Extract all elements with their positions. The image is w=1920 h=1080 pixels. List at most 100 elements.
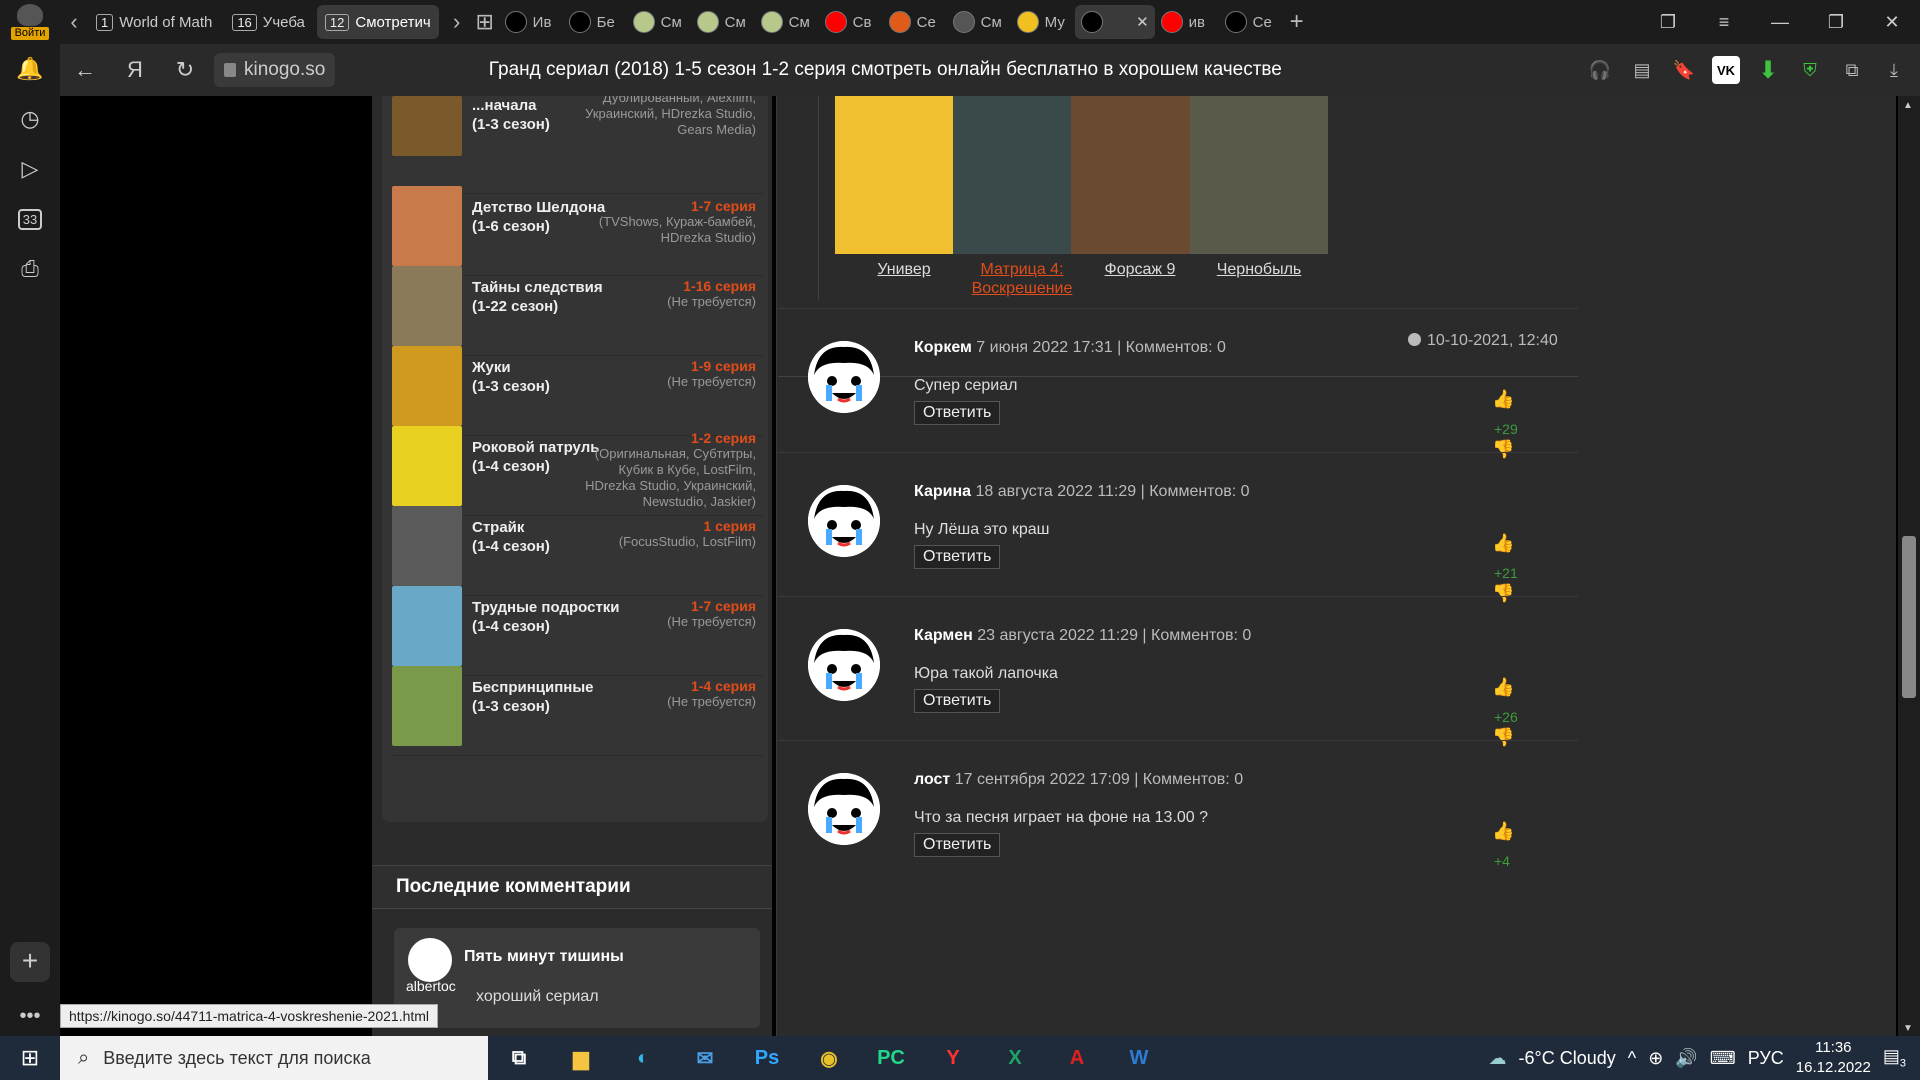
- url-field[interactable]: kinogo.so: [214, 53, 336, 87]
- headphones-icon[interactable]: 🎧: [1586, 56, 1614, 84]
- related-poster[interactable]: [1190, 96, 1328, 254]
- restore-icon[interactable]: ❐: [1808, 12, 1864, 33]
- adblock-shield-icon[interactable]: ⛨: [1796, 56, 1824, 84]
- word-icon[interactable]: W: [1108, 1036, 1170, 1080]
- browser-tab[interactable]: Се: [883, 5, 947, 39]
- language-indicator[interactable]: РУС: [1748, 1048, 1784, 1069]
- thumbs-up-icon[interactable]: 👍: [1492, 389, 1514, 410]
- volume-icon[interactable]: 🔊: [1675, 1048, 1697, 1069]
- profile-button[interactable]: Войти: [0, 0, 60, 44]
- series-poster[interactable]: [392, 186, 462, 266]
- new-tab-group-icon[interactable]: ⊞: [471, 9, 499, 35]
- close-window-icon[interactable]: ✕: [1864, 12, 1920, 33]
- explorer-icon[interactable]: ▆: [550, 1036, 612, 1080]
- more-icon[interactable]: •••: [0, 1005, 60, 1028]
- chrome-icon[interactable]: ◉: [798, 1036, 860, 1080]
- comment-user[interactable]: Коркем: [914, 339, 972, 356]
- browser-tab[interactable]: ив: [1155, 5, 1219, 39]
- series-poster[interactable]: [392, 346, 462, 426]
- yandex-icon[interactable]: Я: [110, 57, 160, 83]
- reload-icon[interactable]: ↻: [160, 57, 210, 83]
- browser-tab[interactable]: См: [947, 5, 1011, 39]
- tab-group-3[interactable]: 12 Смотретич: [316, 5, 439, 39]
- series-poster[interactable]: [392, 96, 462, 156]
- browser-tab[interactable]: Му: [1011, 5, 1075, 39]
- browser-tab[interactable]: См: [691, 5, 755, 39]
- page-scrollbar[interactable]: ▲ ▼: [1898, 96, 1920, 1036]
- windows-start-icon[interactable]: ⊞: [0, 1045, 60, 1071]
- browser-tab[interactable]: Св: [819, 5, 883, 39]
- lock-icon[interactable]: [224, 63, 236, 77]
- keyboard-icon[interactable]: ⌨: [1710, 1048, 1736, 1069]
- add-panel-button[interactable]: +: [10, 942, 50, 982]
- reply-button[interactable]: Ответить: [914, 545, 1001, 569]
- mail-icon[interactable]: ✉: [674, 1036, 736, 1080]
- task-view-icon[interactable]: ⧉: [488, 1036, 550, 1080]
- history-icon[interactable]: ◷: [0, 94, 60, 144]
- related-movie[interactable]: Чернобыль: [1190, 96, 1328, 279]
- browser-tab[interactable]: Ив: [499, 5, 563, 39]
- new-tab-icon[interactable]: +: [1283, 8, 1311, 36]
- browser-tab[interactable]: Бе: [563, 5, 627, 39]
- bookmark-icon[interactable]: 🔖: [1670, 56, 1698, 84]
- taskbar-search[interactable]: ⌕ Введите здесь текст для поиска: [60, 1036, 488, 1080]
- reader-mode-icon[interactable]: ▤: [1628, 56, 1656, 84]
- minimize-icon[interactable]: —: [1752, 12, 1808, 33]
- weather-text[interactable]: -6°C Cloudy: [1519, 1048, 1616, 1069]
- clock[interactable]: 11:36 16.12.2022: [1796, 1038, 1871, 1078]
- close-tab-icon[interactable]: ✕: [1136, 13, 1149, 31]
- scrollbar-thumb[interactable]: [1902, 536, 1916, 698]
- related-title-link[interactable]: Чернобыль: [1190, 260, 1328, 279]
- comment-user[interactable]: лост: [914, 771, 950, 788]
- scroll-up-icon[interactable]: ▲: [1903, 100, 1913, 111]
- last-comment-item[interactable]: Пять минут тишины albertoc хороший сериа…: [394, 928, 760, 1028]
- thumbs-up-icon[interactable]: 👍: [1492, 821, 1514, 842]
- tray-overflow-icon[interactable]: ^: [1628, 1048, 1636, 1069]
- tabs-scroll-left-icon[interactable]: ‹: [60, 9, 88, 35]
- collections-icon[interactable]: ❐: [1640, 12, 1696, 33]
- yandex-icon[interactable]: Y: [922, 1036, 984, 1080]
- back-icon[interactable]: ←: [60, 57, 110, 83]
- last-comment-title[interactable]: Пять минут тишины: [464, 948, 624, 966]
- browser-tab[interactable]: См: [755, 5, 819, 39]
- extensions-icon[interactable]: ⧉: [1838, 56, 1866, 84]
- tab-group-1[interactable]: 1 World of Math: [88, 5, 220, 39]
- tab-group-2[interactable]: 16 Учеба: [224, 5, 313, 39]
- screenshot-icon[interactable]: ⎙: [0, 244, 60, 294]
- menu-icon[interactable]: ≡: [1696, 12, 1752, 33]
- notifications-bell-icon[interactable]: 🔔: [0, 44, 60, 94]
- tabs-scroll-right-icon[interactable]: ›: [443, 9, 471, 35]
- comment-user[interactable]: Кармен: [914, 627, 973, 644]
- browser-tab[interactable]: Се: [1219, 5, 1283, 39]
- related-title-link[interactable]: Форсаж 9: [1071, 260, 1209, 279]
- acrobat-icon[interactable]: A: [1046, 1036, 1108, 1080]
- video-play-icon[interactable]: ▷: [0, 144, 60, 194]
- thumbs-up-icon[interactable]: 👍: [1492, 533, 1514, 554]
- reply-button[interactable]: Ответить: [914, 833, 1001, 857]
- download-extension-icon[interactable]: ⬇: [1754, 56, 1782, 84]
- sidebar-badge[interactable]: 33: [0, 194, 60, 244]
- thumbs-up-icon[interactable]: 👍: [1492, 677, 1514, 698]
- related-poster[interactable]: [1071, 96, 1209, 254]
- series-poster[interactable]: [392, 666, 462, 746]
- notifications-icon[interactable]: ▤3: [1883, 1046, 1906, 1070]
- series-poster[interactable]: [392, 266, 462, 346]
- pycharm-icon[interactable]: PC: [860, 1036, 922, 1080]
- scroll-down-icon[interactable]: ▼: [1903, 1023, 1913, 1034]
- browser-tab[interactable]: ✕: [1074, 5, 1155, 39]
- browser-tab[interactable]: См: [627, 5, 691, 39]
- vk-extension-icon[interactable]: VK: [1712, 56, 1740, 84]
- reply-button[interactable]: Ответить: [914, 689, 1001, 713]
- network-icon[interactable]: ⊕: [1648, 1048, 1663, 1069]
- series-poster[interactable]: [392, 426, 462, 506]
- series-poster[interactable]: [392, 506, 462, 586]
- related-movie[interactable]: Форсаж 9: [1071, 96, 1209, 279]
- comment-user[interactable]: Карина: [914, 483, 971, 500]
- edge-icon[interactable]: ◐: [612, 1036, 674, 1080]
- excel-icon[interactable]: X: [984, 1036, 1046, 1080]
- reply-button[interactable]: Ответить: [914, 401, 1001, 425]
- photoshop-icon[interactable]: Ps: [736, 1036, 798, 1080]
- series-poster[interactable]: [392, 586, 462, 666]
- downloads-icon[interactable]: ⤓: [1880, 56, 1908, 84]
- series-list-item[interactable]: Беспринципные (1-3 сезон) 1-4 серия (Не тр…: [392, 658, 764, 756]
